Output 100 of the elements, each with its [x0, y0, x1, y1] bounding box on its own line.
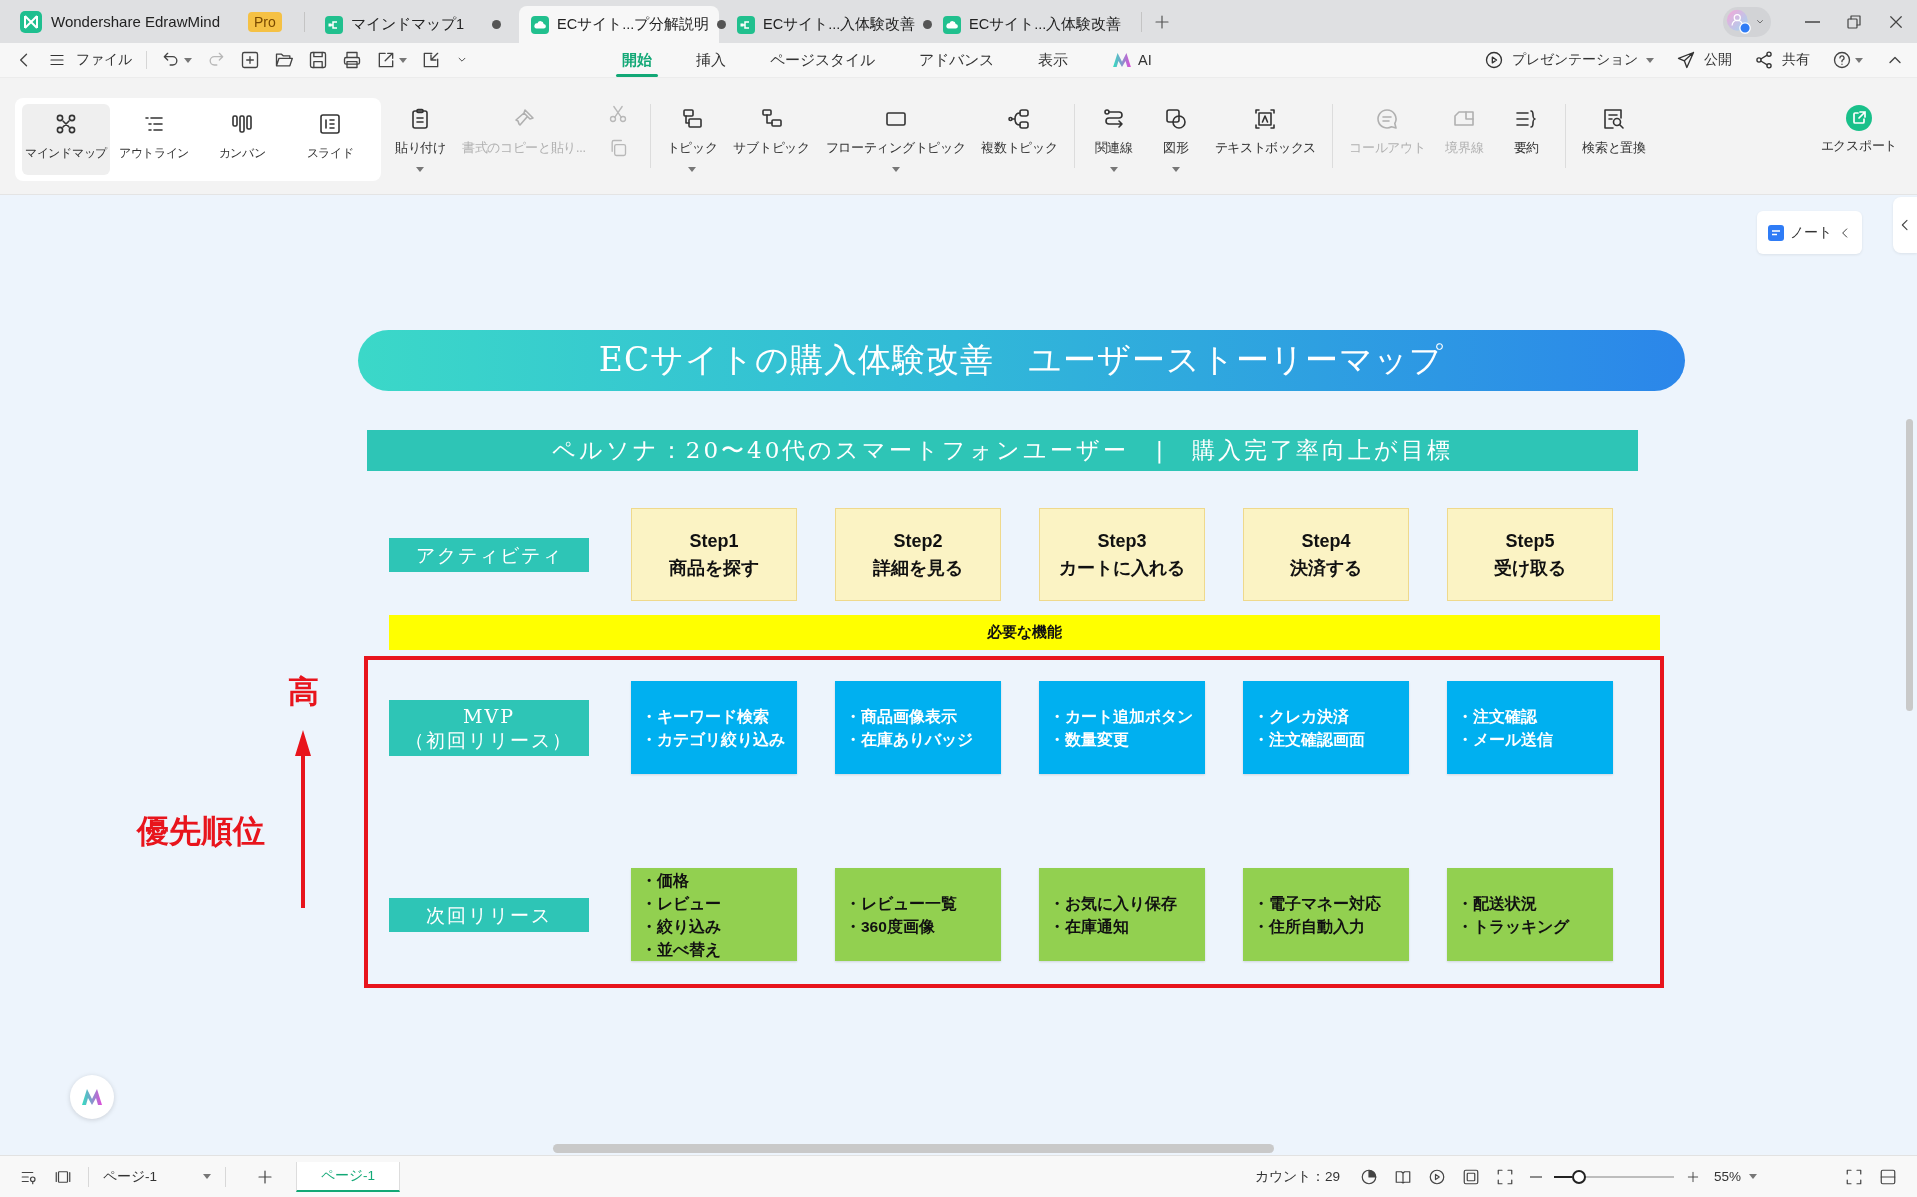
- toolbar-button[interactable]: 要約: [1495, 78, 1558, 157]
- caret-icon: [399, 57, 407, 63]
- view-button[interactable]: アウトライン: [110, 104, 198, 175]
- activity-card: Step1 商品を探す: [631, 508, 797, 601]
- mindmap-file-icon: [325, 15, 343, 34]
- view-button[interactable]: スライド: [286, 104, 374, 175]
- toolbar-button[interactable]: トピック: [658, 78, 726, 172]
- speech-bubble-icon: [1375, 107, 1400, 131]
- export-icon: [1845, 105, 1872, 131]
- branch-icon: [1007, 107, 1032, 131]
- plus-icon: [1685, 1169, 1700, 1184]
- fit-icon: [1461, 1167, 1480, 1186]
- document-tab[interactable]: ECサイト...入体験改善: [725, 6, 925, 43]
- toolbar-button[interactable]: テキストボックス: [1206, 78, 1325, 157]
- ribbon-tab[interactable]: AI: [1090, 42, 1174, 78]
- panel-icon: [1879, 1167, 1897, 1186]
- send-icon: [1676, 50, 1696, 70]
- ribbon-tab[interactable]: ページスタイル: [748, 42, 897, 78]
- feature-card: ・レビュー一覧 ・360度画像: [835, 868, 1001, 961]
- mindmap-icon: [54, 112, 78, 136]
- scrollbar-thumb[interactable]: [1906, 419, 1913, 711]
- account-button[interactable]: [1723, 6, 1771, 37]
- pro-badge[interactable]: Pro: [248, 11, 282, 32]
- row-label: アクティビティ: [389, 537, 589, 572]
- toolbar-button[interactable]: サブトピック: [725, 78, 818, 157]
- activity-card: Step3 カートに入れる: [1039, 508, 1205, 601]
- document-tab[interactable]: ECサイト...入体験改善: [931, 6, 1131, 43]
- feature-card: ・電子マネー対応 ・住所自動入力: [1243, 868, 1409, 961]
- ribbon-tab[interactable]: 挿入: [674, 42, 748, 78]
- help-icon: [1832, 50, 1852, 70]
- ai-logo-icon: [81, 1088, 103, 1106]
- ribbon-tab[interactable]: アドバンス: [897, 42, 1016, 78]
- columns-icon: [230, 112, 254, 136]
- feature-card: ・カート追加ボタン ・数量変更: [1039, 681, 1205, 774]
- scrollbar-thumb[interactable]: [553, 1144, 1274, 1153]
- feature-card: ・キーワード検索 ・カテゴリ絞り込み: [631, 681, 797, 774]
- map-title: ECサイトの購入体験改善 ユーザーストーリーマップ: [358, 330, 1685, 391]
- slider-thumb[interactable]: [1571, 1169, 1586, 1184]
- publish-button[interactable]: 公開: [1676, 50, 1732, 70]
- document-tab[interactable]: マインドマップ1: [313, 6, 513, 43]
- view-button[interactable]: カンバン: [198, 104, 286, 175]
- presentation-button[interactable]: プレゼンテーション: [1484, 50, 1654, 70]
- toolbar-button[interactable]: フローティングトピック: [817, 78, 974, 172]
- play-icon: [1484, 50, 1504, 70]
- view-button[interactable]: マインドマップ: [22, 104, 110, 175]
- plus-square-icon: [240, 50, 260, 70]
- feature-card: ・価格 ・レビュー ・絞り込み ・並べ替え: [631, 868, 797, 961]
- connector-icon: [1101, 107, 1126, 131]
- persona-banner: ペルソナ：20〜40代のスマートフォンユーザー | 購入完了率向上が目標: [367, 430, 1638, 471]
- note-button[interactable]: ノート: [1757, 211, 1862, 254]
- row-label: 次回リリース: [389, 897, 589, 932]
- caret-icon: [1855, 57, 1863, 63]
- ai-assistant-button[interactable]: [70, 1075, 114, 1119]
- count-label: カウント：29: [1254, 1167, 1340, 1186]
- topic-icon: [680, 107, 705, 131]
- activity-card: Step2 詳細を見る: [835, 508, 1001, 601]
- caret-icon: [1749, 1174, 1757, 1179]
- brace-icon: [1514, 107, 1539, 131]
- ribbon-tab[interactable]: 表示: [1016, 42, 1090, 78]
- slide-icon: [318, 112, 342, 136]
- caret-icon: [184, 57, 192, 63]
- pie-icon: [1359, 1167, 1378, 1186]
- zoom-dropdown[interactable]: 55%: [1713, 1169, 1757, 1184]
- toolbar-button[interactable]: 複数トピック: [973, 78, 1066, 157]
- cloud-file-icon: [943, 15, 961, 34]
- find-icon: [1602, 107, 1627, 131]
- high-label: 高: [287, 674, 319, 710]
- toolbar-button[interactable]: 図形: [1144, 78, 1207, 172]
- page-dropdown[interactable]: ページ-1: [97, 1167, 217, 1186]
- priority-label: 優先順位: [137, 812, 266, 851]
- note-icon: [1767, 224, 1784, 241]
- restore-icon: [1845, 12, 1863, 31]
- play-icon: [1427, 1167, 1446, 1186]
- box-arrow-icon: [421, 50, 441, 70]
- minus-icon: [1529, 1175, 1542, 1178]
- feature-card: ・クレカ決済 ・注文確認画面: [1243, 681, 1409, 774]
- fullscreen-icon: [1845, 1167, 1863, 1186]
- activity-card: Step4 決済する: [1243, 508, 1409, 601]
- scissors-icon: [607, 104, 628, 124]
- minimize-icon: [1804, 20, 1820, 23]
- toolbar-button[interactable]: 関連線: [1082, 78, 1145, 172]
- avatar-icon: [1726, 8, 1752, 35]
- caret-icon: [203, 1174, 211, 1179]
- row-label: MVP （初回リリース）: [389, 699, 589, 756]
- export-button[interactable]: エクスポート: [1812, 78, 1917, 155]
- toolbar-button[interactable]: 検索と置換: [1574, 78, 1654, 157]
- printer-icon: [342, 50, 362, 70]
- toolbar-button[interactable]: 貼り付け: [387, 78, 454, 172]
- ai-logo-icon: [1112, 52, 1132, 68]
- file-menu-button[interactable]: ファイル: [48, 51, 132, 69]
- text-frame-icon: [1253, 107, 1278, 131]
- feature-card: ・注文確認 ・メール送信: [1447, 681, 1613, 774]
- box-arrow-icon: [376, 50, 396, 70]
- features-bar: 必要な機能: [389, 615, 1660, 650]
- share-button[interactable]: 共有: [1754, 50, 1810, 70]
- save-icon: [308, 50, 328, 70]
- app-logo-icon: [20, 10, 42, 33]
- activity-card: Step5 受け取る: [1447, 508, 1613, 601]
- shapes-icon: [1163, 107, 1188, 131]
- feature-card: ・商品画像表示 ・在庫ありバッジ: [835, 681, 1001, 774]
